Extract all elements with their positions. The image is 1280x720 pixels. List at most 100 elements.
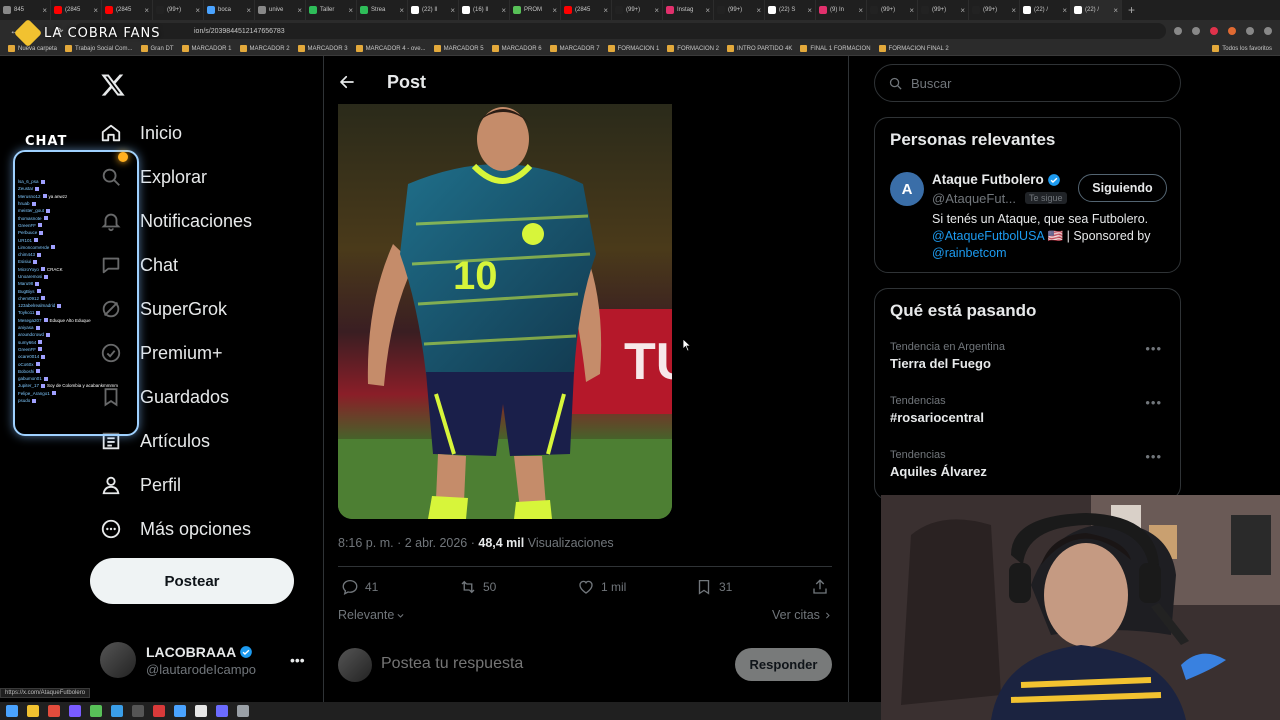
post-media-image[interactable]: TU 10 [338,104,672,519]
tab-close-icon[interactable]: × [297,6,302,15]
nav-item-perfil[interactable]: Perfil [100,469,181,501]
tab-close-icon[interactable]: × [348,6,353,15]
bookmark-item[interactable]: MARCADOR 3 [297,45,348,52]
browser-tab[interactable]: (99+) × [969,0,1020,20]
file-explorer-icon[interactable] [27,705,39,717]
app-icon[interactable] [69,705,81,717]
repost-action[interactable]: 50 [459,578,496,596]
following-button[interactable]: Siguiendo [1078,174,1167,202]
trend-item[interactable]: Tendencia en Argentina Tierra del Fuego ••… [890,341,1170,371]
browser-tab[interactable]: (16) Il × [459,0,510,20]
app-icon[interactable] [132,705,144,717]
browser-tab[interactable]: (22) / × [1071,0,1122,20]
browser-tab[interactable]: (2845 × [561,0,612,20]
tab-close-icon[interactable]: × [909,6,914,15]
browser-tab[interactable]: Taller × [306,0,357,20]
browser-tab[interactable]: (2845 × [102,0,153,20]
browser-tab[interactable]: (2845 × [51,0,102,20]
tab-close-icon[interactable]: × [552,6,557,15]
tab-close-icon[interactable]: × [756,6,761,15]
post-date[interactable]: 2 abr. 2026 [405,536,468,550]
extension-icon[interactable] [1192,27,1200,35]
start-icon[interactable] [6,705,18,717]
extension-icon[interactable] [1210,27,1218,35]
nav-item-m-s-opciones[interactable]: Más opciones [100,513,251,545]
like-action[interactable]: 1 mil [577,578,626,596]
browser-tab[interactable]: (99+) × [918,0,969,20]
extension-icon[interactable] [1228,27,1236,35]
browser-tab[interactable]: Instag × [663,0,714,20]
profile-avatar-icon[interactable] [1246,27,1254,35]
bookmark-item[interactable]: MARCADOR 4 - ove... [355,45,426,52]
trend-item[interactable]: Tendencias #rosariocentral ••• [890,395,1170,425]
avatar[interactable]: A [890,172,924,206]
tab-close-icon[interactable]: × [399,6,404,15]
browser-tab[interactable]: (22) Il × [408,0,459,20]
tab-close-icon[interactable]: × [960,6,965,15]
browser-tab[interactable]: (99+) × [867,0,918,20]
browser-tab[interactable]: (99+) × [714,0,765,20]
menu-icon[interactable] [1264,27,1272,35]
reply-sort-dropdown[interactable]: Relevante [338,608,405,622]
tab-close-icon[interactable]: × [42,6,47,15]
post-time[interactable]: 8:16 p. m. [338,536,394,550]
view-quotes-link[interactable]: Ver citas [772,608,832,622]
bookmark-item[interactable]: FORMACION 1 [607,45,659,52]
account-switcher[interactable]: LACOBRAAA @lautarodeIcampo [100,642,256,678]
bookmark-item[interactable]: MARCADOR 5 [433,45,484,52]
profile-more-icon[interactable]: ••• [290,652,305,668]
bookmark-item[interactable]: MARCADOR 2 [239,45,290,52]
more-options-icon[interactable]: ••• [1145,341,1162,356]
url-field[interactable]: ion/s/2039844512147656783 [74,23,1166,39]
app-icon[interactable] [216,705,228,717]
account-handle[interactable]: @AtaqueFut... [932,191,1016,206]
search-box[interactable] [874,64,1181,102]
tab-close-icon[interactable]: × [246,6,251,15]
app-icon[interactable] [111,705,123,717]
tab-close-icon[interactable]: × [93,6,98,15]
bookmark-item[interactable]: INTRO PARTIDO 4K [726,45,792,52]
tab-close-icon[interactable]: × [807,6,812,15]
tab-close-icon[interactable]: × [450,6,455,15]
browser-tab[interactable]: boca × [204,0,255,20]
x-logo-icon[interactable] [100,72,126,98]
bookmark-item[interactable]: FORMACION FINAL 2 [878,45,949,52]
bookmark-item[interactable]: MARCADOR 7 [549,45,600,52]
browser-tab[interactable]: 845 × [0,0,51,20]
bookmark-item[interactable]: MARCADOR 6 [491,45,542,52]
tab-close-icon[interactable]: × [501,6,506,15]
browser-tab[interactable]: Strea × [357,0,408,20]
bookmark-item[interactable]: FORMACION 2 [667,45,719,52]
account-name-row[interactable]: Ataque Futbolero [932,172,1061,187]
browser-tab[interactable]: (99+) × [153,0,204,20]
bookmark-item[interactable]: MARCADOR 1 [181,45,232,52]
tab-close-icon[interactable]: × [705,6,710,15]
browser-tab[interactable]: (22) S × [765,0,816,20]
browser-tab[interactable]: PROM × [510,0,561,20]
search-input[interactable] [911,75,1161,91]
reply-action[interactable]: 41 [341,578,378,596]
app-icon[interactable] [237,705,249,717]
app-icon[interactable] [90,705,102,717]
all-bookmarks-link[interactable]: Todos los favoritos [1212,45,1272,52]
tab-close-icon[interactable]: × [603,6,608,15]
tab-close-icon[interactable]: × [858,6,863,15]
chrome-icon[interactable] [48,705,60,717]
more-options-icon[interactable]: ••• [1145,395,1162,410]
tab-close-icon[interactable]: × [144,6,149,15]
app-icon[interactable] [153,705,165,717]
trend-item[interactable]: Tendencias Aquiles Álvarez ••• [890,449,1170,479]
reply-button[interactable]: Responder [735,648,832,681]
new-tab-icon[interactable]: + [1122,3,1141,17]
bookmark-action[interactable]: 31 [695,578,732,596]
tab-close-icon[interactable]: × [1011,6,1016,15]
bookmark-item[interactable]: FINAL 1 FORMACION [800,45,871,52]
browser-tab[interactable]: unive × [255,0,306,20]
tab-close-icon[interactable]: × [654,6,659,15]
back-arrow-icon[interactable] [338,73,356,91]
bio-mention-link[interactable]: @AtaqueFutbolUSA [932,229,1044,243]
extension-icon[interactable] [1174,27,1182,35]
share-action[interactable] [811,578,829,596]
tab-close-icon[interactable]: × [1062,6,1067,15]
browser-tab[interactable]: (22) / × [1020,0,1071,20]
